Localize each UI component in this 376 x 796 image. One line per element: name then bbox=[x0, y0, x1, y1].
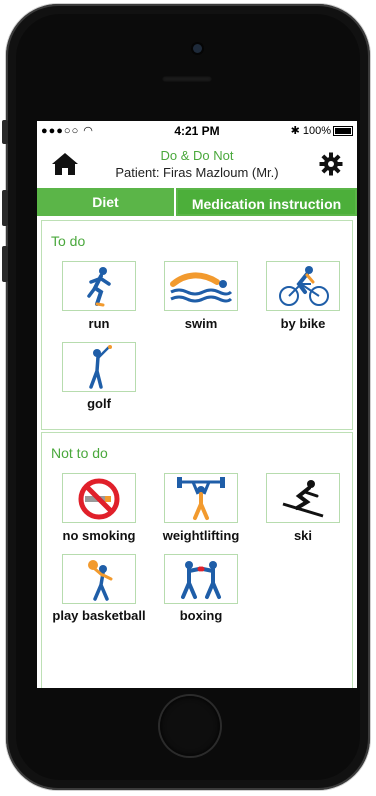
bike-tile[interactable] bbox=[266, 261, 340, 311]
boxing-label: boxing bbox=[179, 608, 223, 623]
golf-tile[interactable] bbox=[62, 342, 136, 392]
run-tile[interactable] bbox=[62, 261, 136, 311]
volume-down-button bbox=[2, 246, 8, 282]
tab-medication-instruction[interactable]: Medication instruction bbox=[176, 188, 357, 216]
app-header: Do & Do Not Patient: Firas Mazloum (Mr.) bbox=[37, 141, 357, 185]
no-smoking-label: no smoking bbox=[62, 528, 136, 543]
swim-tile[interactable] bbox=[164, 261, 238, 311]
gear-icon[interactable] bbox=[319, 152, 343, 176]
swim-label: swim bbox=[184, 316, 218, 331]
tab-diet[interactable]: Diet bbox=[37, 188, 174, 216]
bike-label: by bike bbox=[280, 316, 326, 331]
battery-indicator: ✱ 100% bbox=[291, 124, 353, 137]
earpiece-speaker bbox=[162, 76, 212, 82]
ski-label: ski bbox=[293, 528, 313, 543]
swimmer-icon bbox=[170, 272, 233, 303]
no-smoking-icon bbox=[78, 478, 120, 520]
volume-up-button bbox=[2, 190, 8, 226]
ski-tile[interactable] bbox=[266, 473, 340, 523]
app-screen: ●●●○○ ◠ 4:21 PM ✱ 100% Do & Do Not Patie… bbox=[37, 121, 357, 688]
boxing-tile[interactable] bbox=[164, 554, 238, 604]
golf-label: golf bbox=[87, 396, 111, 411]
skier-icon bbox=[282, 480, 324, 518]
page-title: Do & Do Not bbox=[160, 148, 234, 163]
tab-bar: Diet Medication instruction bbox=[37, 188, 357, 216]
run-label: run bbox=[88, 316, 110, 331]
patient-name: Patient: Firas Mazloum (Mr.) bbox=[115, 165, 279, 180]
todo-title: To do bbox=[51, 233, 86, 249]
battery-icon bbox=[333, 126, 353, 137]
not-todo-title: Not to do bbox=[51, 445, 108, 461]
bluetooth-icon: ✱ bbox=[290, 125, 300, 137]
basketball-player-icon bbox=[88, 560, 113, 601]
weightlifting-tile[interactable] bbox=[164, 473, 238, 523]
golfer-icon bbox=[89, 345, 112, 389]
weightlifting-label: weightlifting bbox=[162, 528, 240, 543]
todo-section: To do run swim by bike golf bbox=[41, 220, 353, 430]
weightlifter-icon bbox=[177, 477, 225, 520]
home-button[interactable] bbox=[160, 696, 220, 756]
no-smoking-tile[interactable] bbox=[62, 473, 136, 523]
basketball-label: play basketball bbox=[52, 608, 146, 623]
status-bar: ●●●○○ ◠ 4:21 PM ✱ 100% bbox=[37, 121, 357, 141]
runner-icon bbox=[87, 267, 111, 307]
basketball-tile[interactable] bbox=[62, 554, 136, 604]
boxers-icon bbox=[181, 561, 221, 599]
mute-switch bbox=[2, 120, 8, 144]
front-camera bbox=[193, 44, 202, 53]
not-todo-section: Not to do no smoking weightlifting ski p… bbox=[41, 432, 353, 688]
cyclist-icon bbox=[279, 266, 329, 306]
